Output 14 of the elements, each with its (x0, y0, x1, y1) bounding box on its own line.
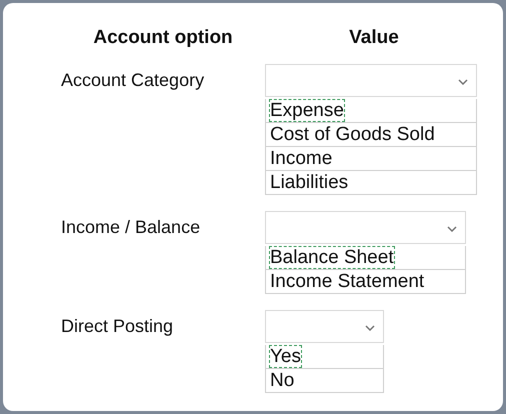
dropdown[interactable] (265, 310, 384, 343)
chevron-down-icon (447, 226, 458, 232)
dropdown-option[interactable]: Yes (269, 345, 302, 368)
column-header: Account option (93, 27, 233, 49)
dropdown[interactable] (265, 64, 477, 97)
column-header: Value (348, 27, 400, 49)
chevron-down-icon (365, 325, 375, 331)
dropdown-option[interactable]: Balance Sheet (269, 246, 395, 269)
option-label: Income / Balance (61, 216, 202, 238)
dropdown-option[interactable]: Expense (269, 99, 345, 122)
dropdown[interactable] (265, 211, 466, 244)
option-label: Account Category (61, 69, 206, 91)
option-label: Direct Posting (61, 315, 174, 337)
chevron-down-icon (458, 79, 468, 85)
